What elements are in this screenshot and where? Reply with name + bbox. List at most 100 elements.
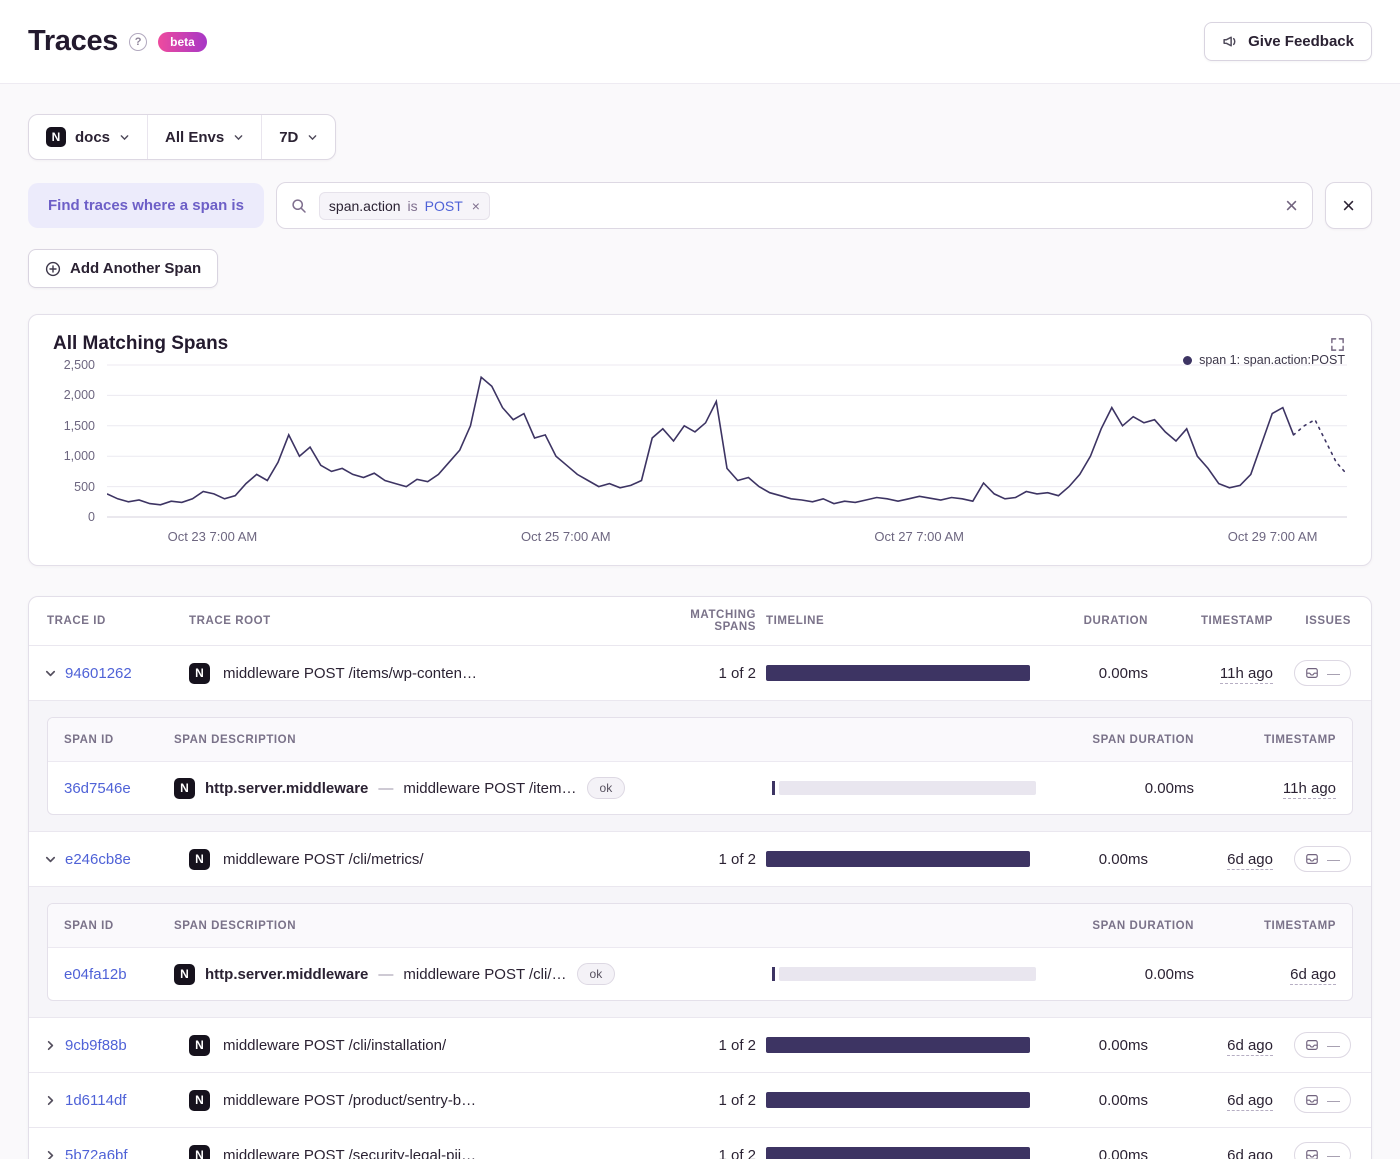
duration-value: 0.00ms — [1098, 664, 1148, 682]
table-row[interactable]: 94601262 N middleware POST /items/wp-con… — [29, 645, 1371, 700]
span-timestamp-value[interactable]: 11h ago — [1282, 779, 1336, 799]
timeline-bar[interactable] — [766, 1147, 1030, 1159]
duration-value: 0.00ms — [1098, 850, 1148, 868]
trace-id-link[interactable]: 5b72a6bf — [65, 1147, 128, 1159]
issues-empty-dash: — — [1327, 1147, 1340, 1159]
matching-spans-value: 1 of 2 — [718, 850, 756, 868]
timestamp-value[interactable]: 6d ago — [1227, 1146, 1273, 1159]
issues-icon — [1306, 1150, 1318, 1159]
trace-root-text: middleware POST /product/sentry-b… — [223, 1091, 477, 1109]
expanded-span-section: Span ID Span Description Span Duration T… — [29, 700, 1371, 831]
issues-icon — [1306, 1095, 1318, 1105]
chart-plot-area: Oct 23 7:00 AM Oct 25 7:00 AM Oct 27 7:00 … — [107, 357, 1347, 555]
remove-token-icon[interactable]: × — [472, 198, 480, 214]
span-op: http.server.middleware — [205, 779, 369, 797]
expand-row-button[interactable] — [41, 850, 60, 869]
fullscreen-icon[interactable] — [1328, 335, 1347, 354]
issues-empty-dash: — — [1327, 665, 1340, 681]
column-matching-spans: Matching Spans — [690, 609, 756, 633]
chevron-down-icon — [307, 132, 318, 143]
table-row[interactable]: 9cb9f88b N middleware POST /cli/installa… — [29, 1017, 1371, 1072]
issues-indicator: — — [1294, 846, 1351, 872]
span-duration-value: 0.00ms — [1144, 965, 1194, 983]
nextjs-platform-icon: N — [189, 1034, 210, 1056]
table-row[interactable]: 5b72a6bf N middleware POST /security-leg… — [29, 1127, 1371, 1159]
trace-id-link[interactable]: 94601262 — [65, 665, 132, 682]
expand-row-button[interactable] — [41, 1036, 60, 1055]
help-icon[interactable]: ? — [129, 32, 148, 51]
filter-token[interactable]: span.action is POST × — [318, 191, 490, 220]
span-timeline[interactable] — [772, 967, 1036, 981]
span-timeline[interactable] — [772, 781, 1036, 795]
timeline-bar[interactable] — [766, 1037, 1030, 1053]
timestamp-value[interactable]: 11h ago — [1219, 664, 1273, 684]
span-timestamp-value[interactable]: 6d ago — [1290, 965, 1336, 985]
span-id-column: Span ID — [64, 733, 114, 746]
span-start-tick — [772, 967, 775, 981]
table-row[interactable]: 1d6114df N middleware POST /product/sent… — [29, 1072, 1371, 1127]
trace-root-text: middleware POST /items/wp-conten… — [223, 664, 477, 682]
span-op: http.server.middleware — [205, 965, 369, 983]
give-feedback-button[interactable]: Give Feedback — [1204, 22, 1372, 61]
issues-empty-dash: — — [1327, 1092, 1340, 1108]
column-timeline: Timeline — [766, 615, 825, 627]
matching-spans-value: 1 of 2 — [718, 1091, 756, 1109]
remove-span-filter-button[interactable]: × — [1325, 182, 1372, 229]
project-selector[interactable]: N docs — [29, 115, 147, 159]
issues-icon — [1306, 668, 1318, 678]
timeline-bar[interactable] — [766, 851, 1030, 867]
timestamp-value[interactable]: 6d ago — [1227, 850, 1273, 870]
column-duration: Duration — [1083, 615, 1148, 627]
issues-indicator: — — [1294, 1142, 1351, 1159]
nextjs-platform-icon: N — [174, 963, 195, 985]
span-row[interactable]: e04fa12b N http.server.middleware — midd… — [48, 948, 1352, 1000]
environment-selector[interactable]: All Envs — [147, 115, 261, 159]
legend-dot — [1183, 355, 1193, 365]
environment-selector-label: All Envs — [165, 128, 225, 146]
span-status-badge: ok — [586, 777, 626, 799]
x-axis-labels: Oct 23 7:00 AM Oct 25 7:00 AM Oct 27 7:00 … — [167, 529, 1318, 544]
span-timestamp-column: Timestamp — [1263, 733, 1336, 746]
table-header: Trace ID Trace Root Matching Spans Timel… — [29, 597, 1371, 645]
trace-id-link[interactable]: e246cb8e — [65, 851, 131, 868]
timeline-bar[interactable] — [766, 665, 1030, 681]
span-id-link[interactable]: e04fa12b — [64, 966, 127, 983]
span-row[interactable]: 36d7546e N http.server.middleware — midd… — [48, 762, 1352, 814]
expand-row-button[interactable] — [41, 1091, 60, 1110]
separator-dash: — — [378, 965, 394, 983]
timeline-bar[interactable] — [766, 1092, 1030, 1108]
timestamp-value[interactable]: 6d ago — [1227, 1036, 1273, 1056]
timestamp-value[interactable]: 6d ago — [1227, 1091, 1273, 1111]
trace-root-text: middleware POST /security-legal-pii… — [223, 1146, 477, 1159]
date-range-selector[interactable]: 7D — [261, 115, 335, 159]
span-duration-value: 0.00ms — [1144, 779, 1194, 797]
y-axis-labels: 0 500 1,000 1,500 2,000 2,500 — [63, 358, 95, 524]
nextjs-platform-icon: N — [189, 848, 210, 870]
chevron-down-icon — [47, 1150, 54, 1159]
span-id-link[interactable]: 36d7546e — [64, 780, 131, 797]
duration-value: 0.00ms — [1098, 1146, 1148, 1159]
clear-search-icon[interactable]: × — [1285, 194, 1298, 217]
span-duration-column: Span Duration — [1092, 919, 1194, 932]
add-another-span-label: Add Another Span — [70, 260, 202, 277]
chevron-down-icon — [47, 1095, 54, 1105]
trace-id-link[interactable]: 1d6114df — [65, 1092, 126, 1109]
nextjs-platform-icon: N — [189, 662, 210, 684]
add-another-span-button[interactable]: Add Another Span — [28, 249, 219, 288]
table-row[interactable]: e246cb8e N middleware POST /cli/metrics/… — [29, 831, 1371, 886]
duration-value: 0.00ms — [1098, 1091, 1148, 1109]
chevron-down-icon — [119, 132, 130, 143]
span-rows: 36d7546e N http.server.middleware — midd… — [48, 762, 1352, 814]
traces-page: Traces ? beta Give Feedback N docs All E… — [0, 0, 1400, 1159]
separator-dash: — — [378, 779, 394, 797]
trace-id-link[interactable]: 9cb9f88b — [65, 1037, 127, 1054]
beta-badge: beta — [158, 31, 207, 52]
nextjs-project-icon: N — [46, 127, 66, 147]
span-search-input[interactable]: span.action is POST × × — [275, 182, 1313, 229]
chevron-down-icon — [47, 1040, 54, 1050]
expand-row-button[interactable] — [41, 664, 60, 683]
expand-row-button[interactable] — [41, 1146, 60, 1159]
trace-rows: 94601262 N middleware POST /items/wp-con… — [29, 645, 1371, 1159]
matching-spans-value: 1 of 2 — [718, 1036, 756, 1054]
span-status-badge: ok — [576, 963, 616, 985]
